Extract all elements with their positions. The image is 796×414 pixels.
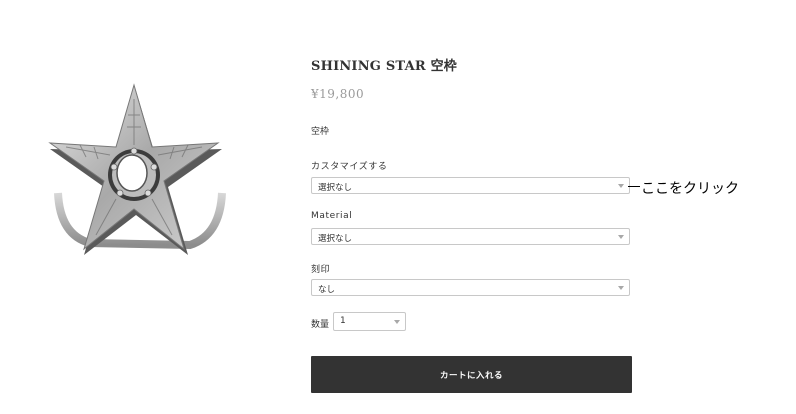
chevron-down-icon [618,235,624,239]
product-price: ¥19,800 [311,87,365,101]
material-select-value: 選択なし [318,234,353,244]
annotation-text: ここをクリック [641,181,739,197]
customize-select[interactable]: 選択なし [311,177,630,194]
quantity-value: 1 [340,316,346,326]
quantity-label: 数量 [311,320,330,330]
chevron-down-icon [618,184,624,188]
chevron-down-icon [394,320,400,324]
engraving-label: 刻印 [311,265,331,275]
customize-label: カスタマイズする [311,162,388,172]
material-select[interactable]: 選択なし [311,228,630,245]
chevron-down-icon [618,286,624,290]
engraving-select[interactable]: なし [311,279,630,296]
quantity-select[interactable]: 1 [333,312,406,331]
add-to-cart-button[interactable]: カートに入れる [311,356,632,393]
engraving-select-value: なし [318,285,336,295]
product-image [48,83,226,255]
product-subtitle: 空枠 [311,127,330,137]
annotation-pointer-line [628,186,640,187]
material-label: Material [311,211,353,221]
customize-select-value: 選択なし [318,183,353,193]
product-title: SHINING STAR 空枠 [311,59,457,74]
